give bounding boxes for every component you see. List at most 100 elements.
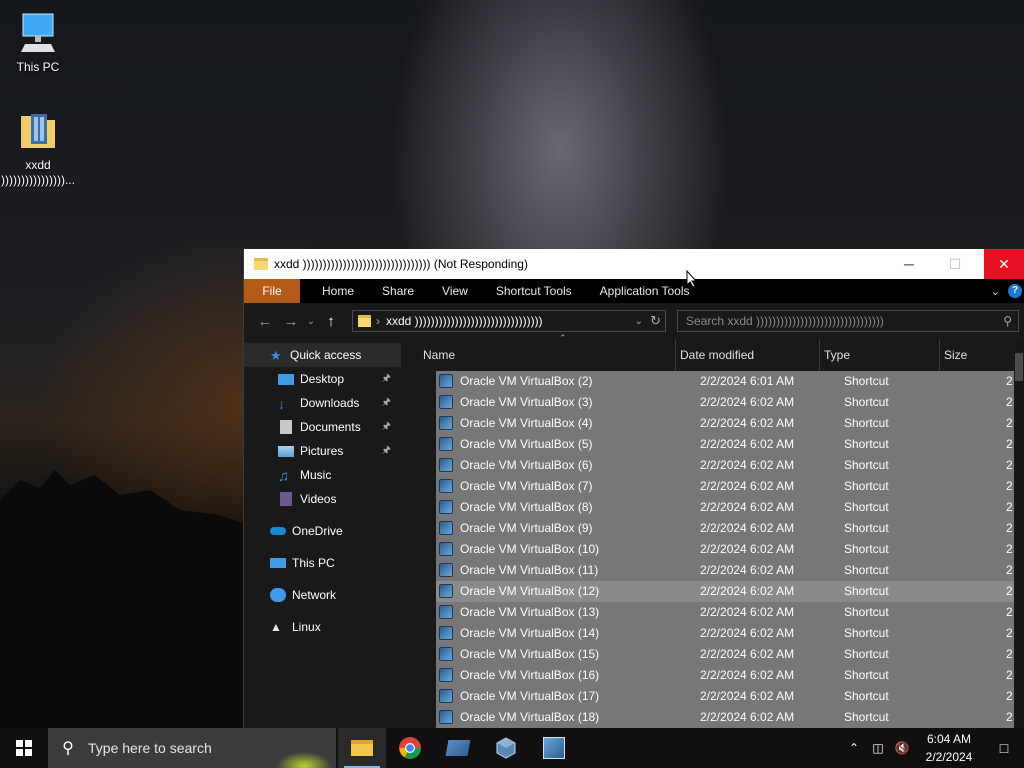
virtualbox-shortcut-icon — [439, 542, 453, 556]
file-name: Oracle VM VirtualBox (17) — [460, 689, 600, 703]
taskbar-chrome[interactable] — [386, 728, 434, 768]
maximize-button[interactable]: ☐ — [932, 249, 978, 279]
file-name: Oracle VM VirtualBox (8) — [460, 500, 593, 514]
tab-home[interactable]: Home — [312, 279, 364, 303]
recent-locations-chevron-icon[interactable]: ⌄ — [304, 316, 318, 327]
file-type: Shortcut — [844, 395, 889, 409]
up-arrow-icon[interactable]: ↑ — [318, 313, 344, 330]
taskbar-notepad[interactable] — [530, 728, 578, 768]
desktop-icon-xxdd-folder[interactable]: xxdd ))))))))))))))))... — [0, 108, 76, 188]
nav-item-music[interactable]: ♫ Music — [244, 463, 401, 487]
file-row[interactable]: Oracle VM VirtualBox (8) 2/2/2024 6:02 AM… — [436, 497, 1014, 518]
column-header-name[interactable]: Name — [419, 339, 676, 371]
virtualbox-shortcut-icon — [439, 647, 453, 661]
virtual-machine-icon — [445, 740, 471, 756]
nav-item-this-pc[interactable]: This PC — [244, 551, 401, 575]
nav-item-label: Quick access — [290, 348, 362, 362]
file-size: 2 KB — [1006, 458, 1014, 472]
nav-item-pictures[interactable]: Pictures 🖈 — [244, 439, 401, 463]
file-row[interactable]: Oracle VM VirtualBox (5) 2/2/2024 6:02 AM… — [436, 434, 1014, 455]
file-row[interactable]: Oracle VM VirtualBox (4) 2/2/2024 6:02 AM… — [436, 413, 1014, 434]
refresh-icon[interactable]: ↻ — [650, 313, 661, 329]
forward-arrow-icon[interactable]: → — [278, 313, 304, 330]
address-dropdown-chevron-icon[interactable]: ⌄ — [635, 316, 643, 327]
title-bar[interactable]: xxdd )))))))))))))))))))))))))))))))) (N… — [244, 249, 1024, 279]
nav-item-linux[interactable]: ▲ Linux — [244, 615, 401, 639]
file-row[interactable]: Oracle VM VirtualBox (3) 2/2/2024 6:02 AM… — [436, 392, 1014, 413]
nav-item-network[interactable]: Network — [244, 583, 401, 607]
file-row[interactable]: Oracle VM VirtualBox (11) 2/2/2024 6:02 A… — [436, 560, 1014, 581]
navigation-bar: ← → ⌄ ↑ › xxdd )))))))))))))))))))))))))… — [244, 303, 1024, 339]
pin-icon[interactable]: 🖈 — [382, 371, 391, 388]
file-row[interactable]: Oracle VM VirtualBox (17) 2/2/2024 6:02 A… — [436, 686, 1014, 707]
taskbar-file-explorer[interactable] — [338, 728, 386, 768]
nav-item-label: Music — [300, 468, 332, 482]
search-input[interactable]: Search xxdd ))))))))))))))))))))))))))))… — [677, 310, 1019, 332]
column-header-type[interactable]: Type — [820, 339, 940, 371]
file-row[interactable]: Oracle VM VirtualBox (7) 2/2/2024 6:02 AM… — [436, 476, 1014, 497]
file-list: Oracle VM VirtualBox (2) 2/2/2024 6:01 AM… — [436, 371, 1014, 728]
volume-muted-icon[interactable]: 🔇 — [890, 741, 914, 755]
ribbon-expand-chevron-icon[interactable]: ⌄ — [991, 285, 1000, 298]
taskbar-virtualbox[interactable] — [482, 728, 530, 768]
minimize-button[interactable]: ─ — [886, 249, 932, 279]
clock-date: 2/2/2024 — [925, 750, 973, 764]
tab-view[interactable]: View — [432, 279, 478, 303]
start-button[interactable] — [0, 728, 48, 768]
file-row[interactable]: Oracle VM VirtualBox (9) 2/2/2024 6:02 AM… — [436, 518, 1014, 539]
file-type: Shortcut — [844, 647, 889, 661]
nav-item-onedrive[interactable]: OneDrive — [244, 519, 401, 543]
pin-icon[interactable]: 🖈 — [382, 443, 391, 460]
back-arrow-icon[interactable]: ← — [252, 313, 278, 330]
nav-item-videos[interactable]: Videos — [244, 487, 401, 511]
column-header-date-modified[interactable]: Date modified — [676, 339, 820, 371]
nav-item-label: Downloads — [300, 396, 360, 410]
tab-file[interactable]: File — [244, 279, 300, 303]
file-row[interactable]: Oracle VM VirtualBox (14) 2/2/2024 6:02 A… — [436, 623, 1014, 644]
action-center-icon[interactable]: □ — [984, 740, 1024, 756]
file-name: Oracle VM VirtualBox (3) — [460, 395, 593, 409]
vertical-scrollbar[interactable] — [1014, 339, 1024, 728]
file-size: 2 KB — [1006, 521, 1014, 535]
tab-shortcut-tools[interactable]: Shortcut Tools — [486, 279, 582, 303]
file-row[interactable]: Oracle VM VirtualBox (18) 2/2/2024 6:02 A… — [436, 707, 1014, 728]
address-bar[interactable]: › xxdd )))))))))))))))))))))))))))))))) … — [352, 310, 666, 332]
file-row[interactable]: Oracle VM VirtualBox (2) 2/2/2024 6:01 AM… — [436, 371, 1014, 392]
tab-application-tools[interactable]: Application Tools — [590, 279, 700, 303]
nav-item-documents[interactable]: Documents 🖈 — [244, 415, 401, 439]
computer-icon — [15, 10, 61, 56]
network-status-icon[interactable]: ◫ — [866, 741, 890, 755]
desktop-icon-this-pc[interactable]: This PC — [0, 10, 76, 75]
taskbar-virtual-machine[interactable] — [434, 728, 482, 768]
nav-item-downloads[interactable]: ↓ Downloads 🖈 — [244, 391, 401, 415]
nav-item-desktop[interactable]: Desktop 🖈 — [244, 367, 401, 391]
search-highlight-image — [266, 728, 336, 768]
column-header-size[interactable]: Size — [940, 339, 1020, 371]
tab-share[interactable]: Share — [372, 279, 424, 303]
window-title: xxdd )))))))))))))))))))))))))))))))) (N… — [274, 257, 528, 271]
file-row[interactable]: Oracle VM VirtualBox (12) 2/2/2024 6:02 A… — [436, 581, 1014, 602]
pin-icon[interactable]: 🖈 — [382, 395, 391, 412]
file-row[interactable]: Oracle VM VirtualBox (10) 2/2/2024 6:02 A… — [436, 539, 1014, 560]
file-name: Oracle VM VirtualBox (12) — [460, 584, 600, 598]
clock[interactable]: 6:04 AM 2/2/2024 — [914, 730, 984, 766]
virtualbox-shortcut-icon — [439, 626, 453, 640]
nav-item-label: Pictures — [300, 444, 344, 458]
help-icon[interactable]: ? — [1008, 284, 1022, 298]
scrollbar-thumb[interactable] — [1015, 353, 1023, 381]
file-row[interactable]: Oracle VM VirtualBox (16) 2/2/2024 6:02 A… — [436, 665, 1014, 686]
desktop-icon-label: xxdd ))))))))))))))))... — [1, 158, 75, 187]
mountain-silhouette — [0, 470, 260, 740]
file-row[interactable]: Oracle VM VirtualBox (15) 2/2/2024 6:02 A… — [436, 644, 1014, 665]
nav-item-quick-access[interactable]: ★ Quick access — [244, 343, 401, 367]
pin-icon[interactable]: 🖈 — [382, 419, 391, 436]
virtualbox-shortcut-icon — [439, 584, 453, 598]
taskbar-search-box[interactable]: ⚲ Type here to search — [48, 728, 336, 768]
virtualbox-shortcut-icon — [439, 521, 453, 535]
file-list-pane: ⌃ Name Date modified Type Size Oracle VM… — [419, 333, 1024, 728]
show-hidden-icons-chevron-icon[interactable]: ⌃ — [842, 741, 866, 755]
file-row[interactable]: Oracle VM VirtualBox (13) 2/2/2024 6:02 A… — [436, 602, 1014, 623]
file-date-modified: 2/2/2024 6:01 AM — [700, 374, 795, 388]
file-row[interactable]: Oracle VM VirtualBox (6) 2/2/2024 6:02 AM… — [436, 455, 1014, 476]
close-button[interactable]: ✕ — [984, 249, 1024, 279]
